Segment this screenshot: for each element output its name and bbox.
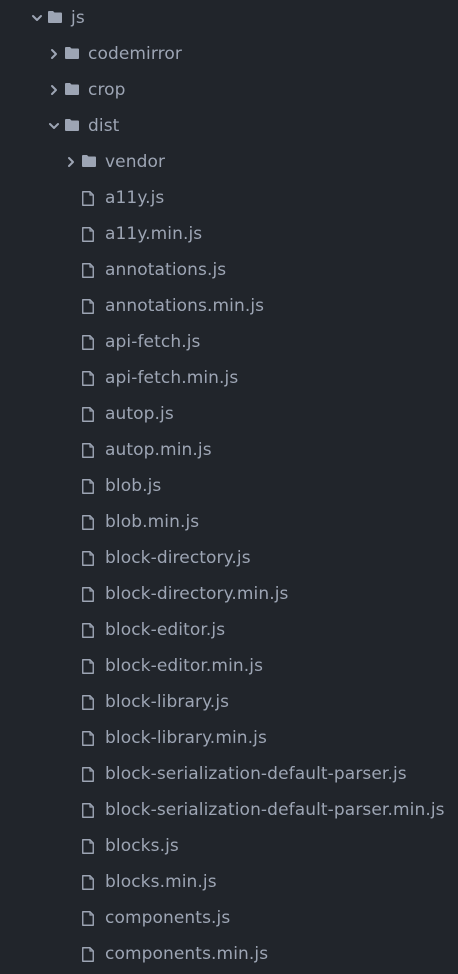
file-icon bbox=[82, 659, 96, 674]
tree-item-label: annotations.js bbox=[105, 260, 227, 280]
tree-item-label: dist bbox=[88, 116, 120, 136]
tree-folder-js[interactable]: js bbox=[0, 0, 458, 36]
tree-file-api-fetch-js[interactable]: api-fetch.js bbox=[0, 324, 458, 360]
tree-file-annotations-min-js[interactable]: annotations.min.js bbox=[0, 288, 458, 324]
tree-item-label: api-fetch.min.js bbox=[105, 368, 239, 388]
folder-icon bbox=[65, 47, 79, 61]
file-icon bbox=[82, 767, 96, 782]
tree-file-block-library-min-js[interactable]: block-library.min.js bbox=[0, 720, 458, 756]
folder-icon bbox=[48, 11, 62, 25]
tree-folder-crop[interactable]: crop bbox=[0, 72, 458, 108]
folder-icon bbox=[65, 119, 79, 133]
file-icon bbox=[82, 371, 96, 386]
tree-item-label: crop bbox=[88, 80, 126, 100]
tree-item-label: blocks.js bbox=[105, 836, 179, 856]
folder-icon bbox=[82, 155, 96, 169]
tree-file-block-serialization-default-parser-min-js[interactable]: block-serialization-default-parser.min.j… bbox=[0, 792, 458, 828]
tree-item-label: a11y.min.js bbox=[105, 224, 203, 244]
file-icon bbox=[82, 911, 96, 926]
chevron-right-icon[interactable] bbox=[64, 155, 78, 169]
file-icon bbox=[82, 839, 96, 854]
chevron-right-icon[interactable] bbox=[47, 47, 61, 61]
tree-file-autop-min-js[interactable]: autop.min.js bbox=[0, 432, 458, 468]
file-icon bbox=[82, 515, 96, 530]
file-icon bbox=[82, 587, 96, 602]
tree-item-label: autop.min.js bbox=[105, 440, 212, 460]
tree-file-components-js[interactable]: components.js bbox=[0, 900, 458, 936]
tree-folder-vendor[interactable]: vendor bbox=[0, 144, 458, 180]
tree-file-blob-min-js[interactable]: blob.min.js bbox=[0, 504, 458, 540]
chevron-right-icon[interactable] bbox=[47, 83, 61, 97]
tree-file-annotations-js[interactable]: annotations.js bbox=[0, 252, 458, 288]
tree-item-label: block-editor.js bbox=[105, 620, 226, 640]
file-icon bbox=[82, 407, 96, 422]
tree-item-label: blocks.min.js bbox=[105, 872, 217, 892]
tree-file-a11y-js[interactable]: a11y.js bbox=[0, 180, 458, 216]
file-icon bbox=[82, 335, 96, 350]
tree-file-blob-js[interactable]: blob.js bbox=[0, 468, 458, 504]
folder-icon bbox=[65, 83, 79, 97]
file-icon bbox=[82, 623, 96, 638]
tree-item-label: vendor bbox=[105, 152, 166, 172]
tree-item-label: components.js bbox=[105, 908, 231, 928]
tree-file-components-min-js[interactable]: components.min.js bbox=[0, 936, 458, 972]
tree-item-label: block-library.js bbox=[105, 692, 230, 712]
file-icon bbox=[82, 227, 96, 242]
tree-file-block-editor-js[interactable]: block-editor.js bbox=[0, 612, 458, 648]
tree-item-label: block-library.min.js bbox=[105, 728, 267, 748]
file-icon bbox=[82, 695, 96, 710]
tree-file-block-serialization-default-parser-js[interactable]: block-serialization-default-parser.js bbox=[0, 756, 458, 792]
tree-item-label: js bbox=[71, 8, 85, 28]
file-icon bbox=[82, 299, 96, 314]
tree-item-label: a11y.js bbox=[105, 188, 165, 208]
tree-file-a11y-min-js[interactable]: a11y.min.js bbox=[0, 216, 458, 252]
tree-file-block-editor-min-js[interactable]: block-editor.min.js bbox=[0, 648, 458, 684]
chevron-down-icon[interactable] bbox=[47, 119, 61, 133]
file-icon bbox=[82, 479, 96, 494]
tree-item-label: block-serialization-default-parser.min.j… bbox=[105, 800, 445, 820]
file-icon bbox=[82, 803, 96, 818]
tree-item-label: codemirror bbox=[88, 44, 182, 64]
tree-file-block-directory-min-js[interactable]: block-directory.min.js bbox=[0, 576, 458, 612]
tree-folder-dist[interactable]: dist bbox=[0, 108, 458, 144]
tree-item-label: api-fetch.js bbox=[105, 332, 201, 352]
file-icon bbox=[82, 731, 96, 746]
file-icon bbox=[82, 875, 96, 890]
tree-item-label: blob.min.js bbox=[105, 512, 200, 532]
tree-file-blocks-min-js[interactable]: blocks.min.js bbox=[0, 864, 458, 900]
tree-item-label: autop.js bbox=[105, 404, 174, 424]
file-icon bbox=[82, 551, 96, 566]
file-icon bbox=[82, 263, 96, 278]
tree-file-block-library-js[interactable]: block-library.js bbox=[0, 684, 458, 720]
file-icon bbox=[82, 947, 96, 962]
tree-item-label: block-directory.min.js bbox=[105, 584, 289, 604]
tree-folder-codemirror[interactable]: codemirror bbox=[0, 36, 458, 72]
tree-item-label: components.min.js bbox=[105, 944, 269, 964]
tree-item-label: block-editor.min.js bbox=[105, 656, 264, 676]
tree-file-api-fetch-min-js[interactable]: api-fetch.min.js bbox=[0, 360, 458, 396]
tree-item-label: annotations.min.js bbox=[105, 296, 265, 316]
tree-item-label: block-serialization-default-parser.js bbox=[105, 764, 407, 784]
tree-file-blocks-js[interactable]: blocks.js bbox=[0, 828, 458, 864]
file-icon bbox=[82, 191, 96, 206]
tree-file-autop-js[interactable]: autop.js bbox=[0, 396, 458, 432]
chevron-down-icon[interactable] bbox=[30, 11, 44, 25]
tree-item-label: block-directory.js bbox=[105, 548, 251, 568]
tree-item-label: blob.js bbox=[105, 476, 162, 496]
tree-file-block-directory-js[interactable]: block-directory.js bbox=[0, 540, 458, 576]
file-tree: js codemirror crop dist vendor a11y.js a11y.mi… bbox=[0, 0, 458, 974]
file-icon bbox=[82, 443, 96, 458]
